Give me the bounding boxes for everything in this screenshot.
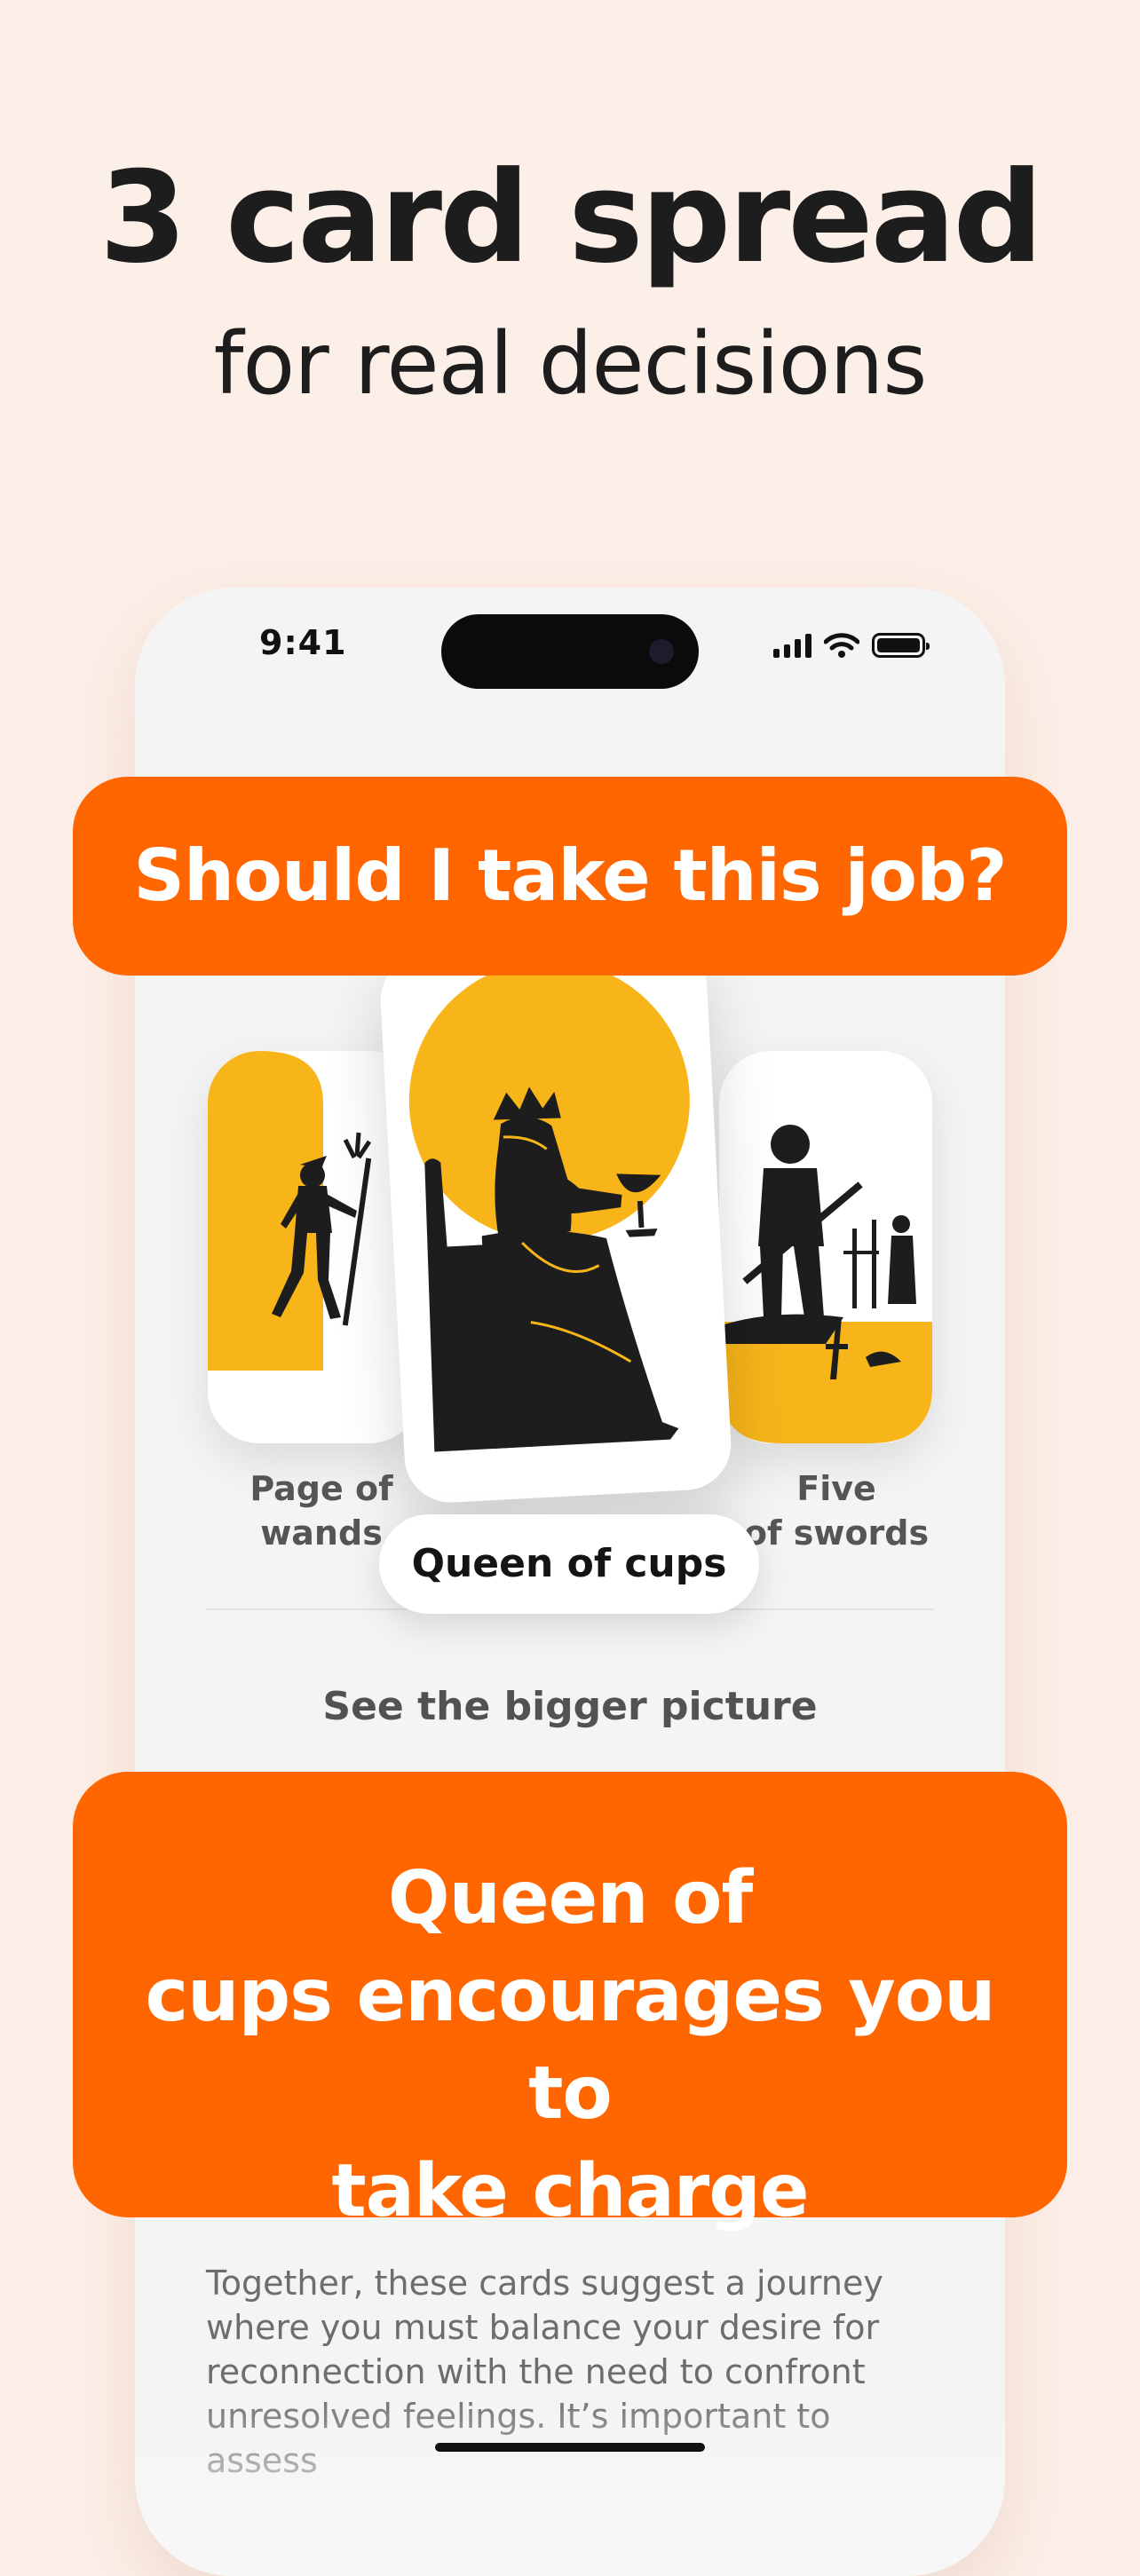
- five-of-swords-illustration: [719, 1125, 932, 1443]
- home-indicator[interactable]: [435, 2443, 705, 2452]
- camera-icon: [649, 639, 674, 664]
- answer-line-1: Queen of: [387, 1856, 753, 1940]
- battery-icon: [872, 633, 930, 658]
- signal-icon: [773, 633, 811, 658]
- dynamic-island: [441, 614, 699, 689]
- headline-title: 3 card spread: [99, 145, 1043, 291]
- wifi-icon: [824, 633, 859, 658]
- answer-banner: Queen of cups encourages you to take cha…: [73, 1772, 1067, 2233]
- question-banner: Should I take this job?: [73, 777, 1067, 976]
- card-name-queen-of-cups[interactable]: Queen of cups: [379, 1514, 759, 1614]
- card-five-of-swords[interactable]: [719, 1051, 932, 1443]
- text-fade-overlay: [135, 2390, 1005, 2576]
- queen-of-cups-illustration: [408, 960, 690, 1452]
- answer-line-3: take charge: [331, 2149, 809, 2233]
- answer-line-2: cups encourages you to: [145, 1954, 996, 2136]
- section-title: See the bigger picture: [322, 1684, 818, 1729]
- status-icons: [773, 630, 930, 660]
- card-name-five-of-swords: Five of swords: [743, 1469, 930, 1553]
- status-time: 9:41: [259, 623, 347, 662]
- card-queen-of-cups[interactable]: [378, 939, 733, 1505]
- headline-subtitle: for real decisions: [213, 314, 928, 414]
